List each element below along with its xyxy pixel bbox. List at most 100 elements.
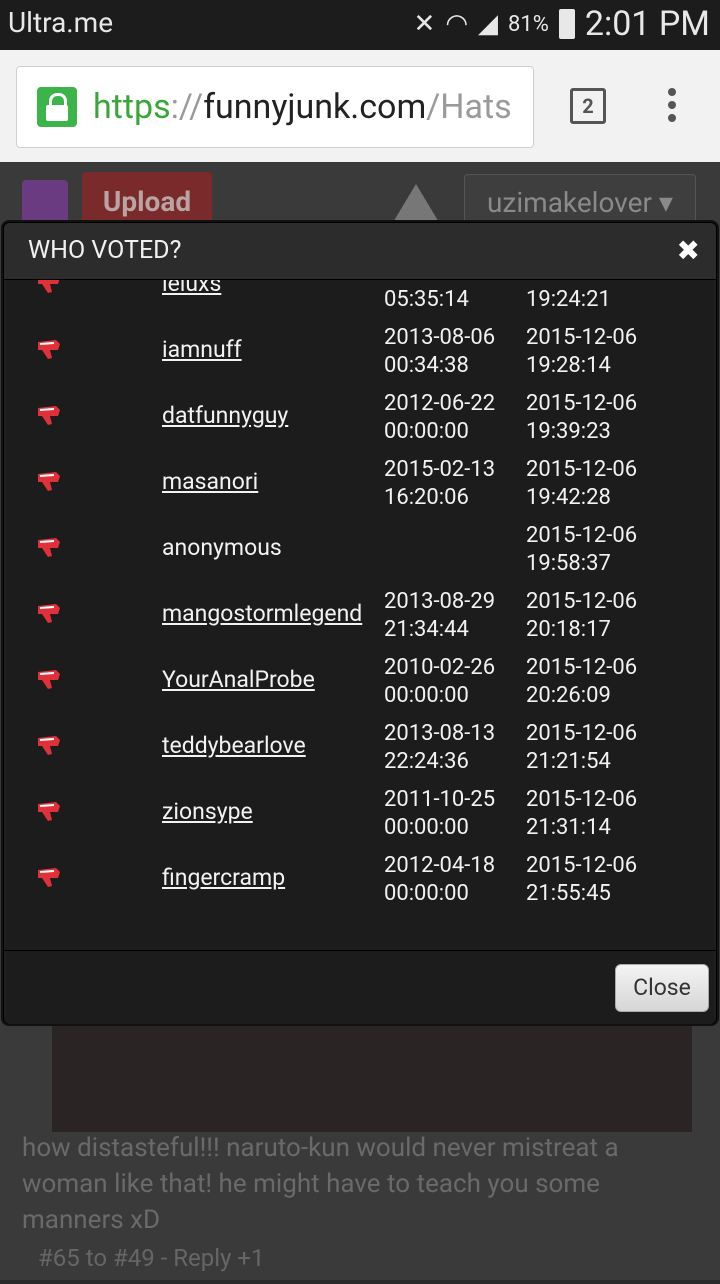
dialog-header: WHO VOTED? ✖ — [4, 223, 716, 280]
voter-username: anonymous — [162, 534, 282, 561]
vote-time: 21:21:54 — [526, 749, 611, 774]
vote-time: 19:39:23 — [526, 419, 611, 444]
vote-list: leluxs2013-08-2405:35:142015-12-0619:24:… — [4, 280, 716, 918]
voter-username[interactable]: iamnuff — [162, 336, 242, 364]
vote-row: leluxs 2013-08-2405:35:14 2015-12-0619:24:… — [4, 280, 716, 324]
address-bar[interactable]: https://funnyjunk.com/Hats — [16, 66, 534, 148]
vote-datetime: 2015-12-06 21:55:45 — [526, 852, 656, 908]
browser-toolbar: https://funnyjunk.com/Hats 2 — [0, 50, 720, 162]
joined-time: 21:34:44 — [384, 617, 469, 642]
voter-username[interactable]: fingercramp — [162, 864, 285, 892]
comment-footer: #65 to #49 - Reply +1 — [38, 1244, 265, 1272]
vote-time: 21:31:14 — [526, 815, 611, 840]
voter-username[interactable]: zionsype — [162, 798, 253, 826]
joined-date: 2012-04-18 — [384, 853, 496, 878]
joined-time: 00:34:38 — [384, 353, 469, 378]
vote-time: 20:26:09 — [526, 683, 611, 708]
vote-row: fingercramp 2012-04-18 00:00:00 2015-12-06 2… — [4, 852, 716, 918]
dialog-footer: Close — [4, 950, 716, 1024]
joined-date: 2015-02-13 — [384, 457, 496, 482]
thumbs-down-icon — [38, 472, 60, 491]
joined-date: 2011-10-25 — [384, 787, 496, 812]
wifi-icon: ◠ — [445, 9, 469, 39]
vote-time: 20:18:17 — [526, 617, 611, 642]
url-text[interactable]: https://funnyjunk.com/Hats — [93, 87, 512, 127]
vote-row: masanori 2015-02-13 16:20:06 2015-12-06 19:4… — [4, 456, 716, 522]
thumbs-down-icon — [38, 280, 60, 293]
vote-datetime: 2015-12-06 19:42:28 — [526, 456, 656, 512]
joined-datetime: 2013-08-29 21:34:44 — [384, 588, 514, 644]
thumbs-down-icon — [38, 538, 60, 557]
joined-time: 00:00:00 — [384, 815, 469, 840]
voter-username[interactable]: datfunnyguy — [162, 402, 288, 430]
voter-username[interactable]: mangostormlegend — [162, 600, 362, 628]
joined-time: 05:35:14 — [384, 287, 469, 312]
vote-datetime: 2015-12-0619:24:21 — [526, 280, 656, 314]
vote-date: 2015-12-06 — [526, 457, 638, 482]
vote-datetime: 2015-12-06 19:28:14 — [526, 324, 656, 380]
battery-icon — [558, 9, 575, 39]
warning-icon[interactable] — [392, 184, 440, 224]
comment-text: how distasteful!!! naruto-kun would neve… — [22, 1133, 619, 1235]
thumbs-down-icon — [38, 604, 60, 623]
joined-time: 00:00:00 — [384, 881, 469, 906]
thumbs-down-icon — [38, 670, 60, 689]
vote-date: 2015-12-06 — [526, 655, 638, 680]
vote-row: anonymous 2015-12-06 19:58:37 — [4, 522, 716, 588]
status-bar: Ultra.me ✕ ◠ ◢ 81% 2:01 PM — [0, 0, 720, 50]
joined-time: 00:00:00 — [384, 419, 469, 444]
comment-image — [52, 1022, 692, 1132]
vote-list-scroll[interactable]: leluxs2013-08-2405:35:142015-12-0619:24:… — [4, 280, 716, 950]
lock-icon — [37, 87, 77, 127]
vote-row: teddybearlove 2013-08-13 22:24:36 2015-12-0… — [4, 720, 716, 786]
joined-time: 16:20:06 — [384, 485, 469, 510]
voter-username[interactable]: leluxs — [162, 280, 221, 298]
vote-datetime: 2015-12-06 20:18:17 — [526, 588, 656, 644]
status-app-name: Ultra.me — [8, 6, 114, 39]
vote-row: mangostormlegend 2013-08-29 21:34:44 2015-1… — [4, 588, 716, 654]
dialog-title: WHO VOTED? — [28, 236, 182, 265]
vote-row: iamnuff 2013-08-06 00:34:38 2015-12-06 19:28… — [4, 324, 716, 390]
joined-time: 00:00:00 — [384, 683, 469, 708]
thumbs-down-icon — [38, 802, 60, 821]
thumbs-down-icon — [38, 340, 60, 359]
voter-username[interactable]: teddybearlove — [162, 732, 306, 760]
vote-date: 2015-12-06 — [526, 787, 638, 812]
thumbs-down-icon — [38, 736, 60, 755]
battery-percent: 81% — [508, 11, 549, 37]
vote-time: 19:28:14 — [526, 353, 611, 378]
joined-time: 22:24:36 — [384, 749, 469, 774]
vote-datetime: 2015-12-06 19:58:37 — [526, 522, 656, 578]
vote-datetime: 2015-12-06 21:31:14 — [526, 786, 656, 842]
vote-time: 21:55:45 — [526, 881, 611, 906]
joined-datetime: 2012-04-18 00:00:00 — [384, 852, 514, 908]
vote-time: 19:42:28 — [526, 485, 611, 510]
joined-datetime: 2012-06-22 00:00:00 — [384, 390, 514, 446]
joined-datetime: 2015-02-13 16:20:06 — [384, 456, 514, 512]
joined-date: 2010-02-26 — [384, 655, 496, 680]
vote-time: 19:58:37 — [526, 551, 611, 576]
clock: 2:01 PM — [584, 4, 710, 44]
voter-username[interactable]: YourAnalProbe — [162, 666, 315, 694]
close-button[interactable]: Close — [615, 964, 709, 1012]
who-voted-dialog: WHO VOTED? ✖ leluxs 2013-08-2405:35:14 201… — [3, 222, 717, 1024]
vote-row: datfunnyguy 2012-06-22 00:00:00 2015-12-06 1… — [4, 390, 716, 456]
joined-date: 2013-08-13 — [384, 721, 496, 746]
voter-username[interactable]: masanori — [162, 468, 258, 496]
vote-date: 2015-12-06 — [526, 721, 638, 746]
vote-date: 2015-12-06 — [526, 589, 638, 614]
tab-switcher-button[interactable]: 2 — [570, 88, 606, 124]
mute-icon: ✕ — [413, 9, 436, 39]
vote-date: 2015-12-06 — [526, 853, 638, 878]
vote-datetime: 2015-12-06 19:39:23 — [526, 390, 656, 446]
vote-datetime: 2015-12-06 20:26:09 — [526, 654, 656, 710]
overflow-menu-icon[interactable] — [668, 88, 678, 127]
vote-date: 2015-12-06 — [526, 523, 638, 548]
vote-row: YourAnalProbe 2010-02-26 00:00:00 2015-12-0… — [4, 654, 716, 720]
joined-date: 2012-06-22 — [384, 391, 496, 416]
thumbs-down-icon — [38, 868, 60, 887]
thumbs-down-icon — [38, 406, 60, 425]
close-icon[interactable]: ✖ — [677, 237, 700, 265]
status-icons: ✕ ◠ ◢ 81% 2:01 PM — [414, 4, 710, 44]
vote-time: 19:24:21 — [526, 287, 611, 312]
